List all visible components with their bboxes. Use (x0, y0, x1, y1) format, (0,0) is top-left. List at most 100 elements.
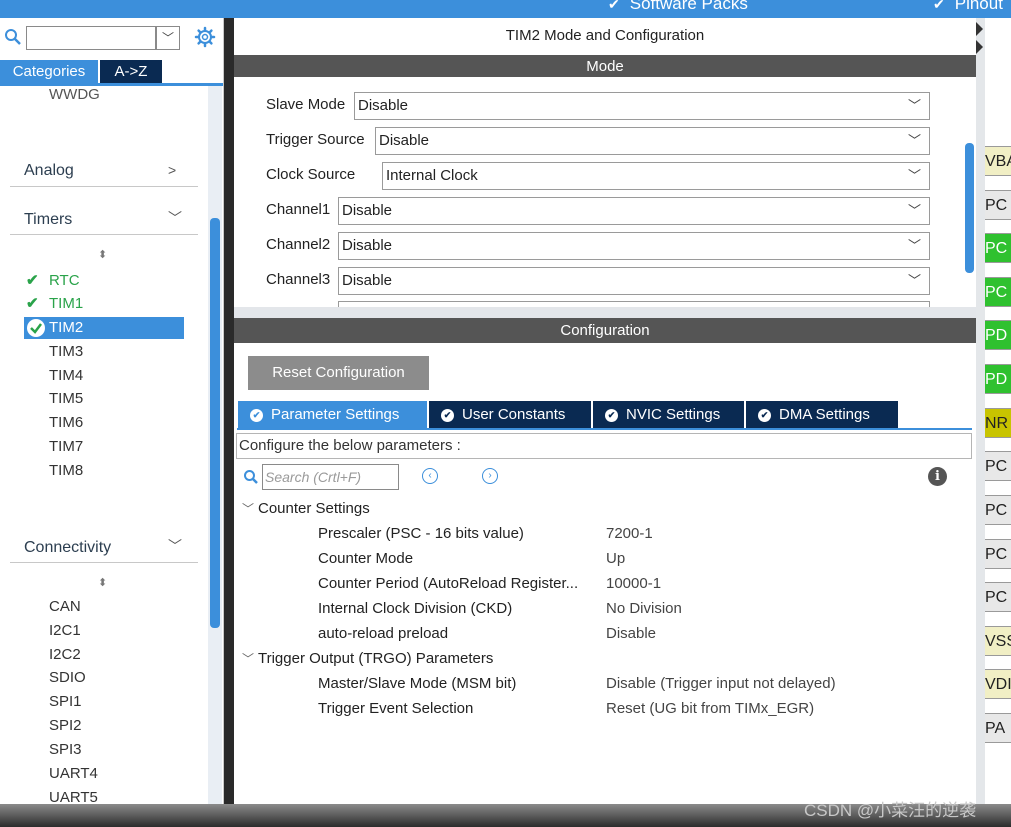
tab-user-constants[interactable]: ✔ User Constants (429, 401, 591, 428)
connectivity-item-i2c2[interactable]: I2C2 (49, 646, 81, 663)
timer-item-tim5[interactable]: TIM5 (49, 390, 83, 407)
timer-item-tim8[interactable]: TIM8 (49, 462, 83, 479)
timer-item-tim3[interactable]: TIM3 (49, 343, 83, 360)
param-name: Counter Period (AutoReload Register... (318, 575, 579, 592)
pin-pc3[interactable]: PC (985, 582, 1011, 612)
connectivity-item-i2c1[interactable]: I2C1 (49, 622, 81, 639)
tab-parameter-settings[interactable]: ✔ Parameter Settings (238, 401, 427, 428)
pin-pc14[interactable]: PC (985, 233, 1011, 263)
parameter-search-input[interactable]: Search (Crtl+F) (262, 464, 399, 490)
sort-icon[interactable]: ⬍ (98, 248, 107, 261)
param-value-prescaler[interactable]: 7200-1 (606, 525, 653, 542)
previous-match-button[interactable]: ‹ (422, 468, 438, 484)
param-name: Internal Clock Division (CKD) (318, 600, 513, 617)
mode-scrollbar[interactable] (965, 143, 974, 273)
check-circle-icon: ✔ (605, 409, 618, 422)
pin-pc1[interactable]: PC (985, 495, 1011, 525)
timer-item-tim6[interactable]: TIM6 (49, 414, 83, 431)
info-icon[interactable]: i (928, 467, 947, 486)
chevron-down-icon[interactable]: ﹀ (168, 208, 182, 228)
param-value-counter-mode[interactable]: Up (606, 550, 625, 567)
connectivity-item-spi3[interactable]: SPI3 (49, 741, 82, 758)
timer-item-tim7[interactable]: TIM7 (49, 438, 83, 455)
select-value: Internal Clock (386, 167, 478, 184)
mode-label: Clock Source (266, 166, 356, 183)
connectivity-item-can[interactable]: CAN (49, 598, 81, 615)
pin-pc13[interactable]: PC (985, 190, 1011, 220)
category-timers[interactable]: Timers (24, 211, 72, 229)
category-search-input[interactable] (26, 26, 156, 50)
sort-icon[interactable]: ⬍ (98, 576, 107, 589)
pin-pa0[interactable]: PA (985, 713, 1011, 743)
param-value-auto-reload[interactable]: Disable (606, 625, 656, 642)
timer-item-tim1[interactable]: TIM1 (49, 295, 83, 312)
expand-arrow-icon[interactable] (976, 22, 983, 36)
param-name: Counter Mode (318, 550, 414, 567)
pinout-menu[interactable]: ✔ Pinout (933, 0, 1003, 14)
pin-vssa[interactable]: VSS (985, 626, 1011, 656)
category-scrollbar[interactable] (210, 218, 220, 628)
connectivity-item-spi1[interactable]: SPI1 (49, 693, 82, 710)
chevron-right-icon[interactable]: > (168, 162, 176, 178)
check-circle-icon (27, 319, 45, 337)
mode-label: Trigger Source (266, 131, 365, 148)
param-value-msm[interactable]: Disable (Trigger input not delayed) (606, 675, 836, 692)
list-item-wwdg[interactable]: WWDG (49, 86, 100, 103)
param-name: Prescaler (PSC - 16 bits value) (318, 525, 524, 542)
configuration-header: Configuration (234, 318, 976, 343)
param-value-counter-period[interactable]: 10000-1 (606, 575, 661, 592)
channel3-select[interactable]: Disable ﹀ (338, 267, 930, 295)
pin-pc2[interactable]: PC (985, 539, 1011, 569)
clock-source-select[interactable]: Internal Clock ﹀ (382, 162, 930, 190)
pinout-strip (976, 18, 985, 804)
select-value: Disable (379, 132, 430, 149)
channel2-select[interactable]: Disable ﹀ (338, 232, 930, 260)
slave-mode-select[interactable]: Disable ﹀ (354, 92, 930, 120)
check-circle-icon: ✔ (758, 409, 771, 422)
reset-configuration-button[interactable]: Reset Configuration (248, 356, 429, 390)
gear-icon[interactable] (194, 26, 216, 48)
category-connectivity[interactable]: Connectivity (24, 539, 111, 557)
connectivity-item-spi2[interactable]: SPI2 (49, 717, 82, 734)
tab-dma-settings[interactable]: ✔ DMA Settings (746, 401, 898, 428)
pin-vdda[interactable]: VDI (985, 669, 1011, 699)
pin-pd0[interactable]: PD (985, 320, 1011, 350)
configure-description: Configure the below parameters : (236, 433, 972, 459)
pin-nrst[interactable]: NR (985, 408, 1011, 438)
next-match-button[interactable]: › (482, 468, 498, 484)
tab-nvic-settings[interactable]: ✔ NVIC Settings (593, 401, 744, 428)
check-icon: ✔ (26, 295, 39, 312)
connectivity-item-uart4[interactable]: UART4 (49, 765, 98, 782)
pin-pc15[interactable]: PC (985, 277, 1011, 307)
expand-arrow-icon[interactable] (976, 40, 983, 54)
pin-vbat[interactable]: VBA (985, 146, 1011, 176)
timer-item-tim2-selected[interactable]: TIM2 (24, 317, 184, 339)
panel-splitter[interactable] (234, 307, 976, 318)
timer-item-tim4[interactable]: TIM4 (49, 367, 83, 384)
pin-pc0[interactable]: PC (985, 451, 1011, 481)
mode-configuration-panel: TIM2 Mode and Configuration Mode Slave M… (234, 18, 976, 804)
param-value-trigger-event[interactable]: Reset (UG bit from TIMx_EGR) (606, 700, 814, 717)
chevron-down-icon: ﹀ (907, 238, 921, 253)
chevron-down-icon: ﹀ (907, 133, 921, 148)
search-dropdown-button[interactable]: ﹀ (156, 26, 180, 50)
group-trigger-output[interactable]: ﹀ Trigger Output (TRGO) Parameters (242, 650, 493, 667)
channel1-select[interactable]: Disable ﹀ (338, 197, 930, 225)
group-counter-settings[interactable]: ﹀ Counter Settings (242, 500, 370, 517)
tab-label: User Constants (462, 406, 566, 423)
pin-pd1[interactable]: PD (985, 364, 1011, 394)
mode-header: Mode (234, 55, 976, 78)
watermark: CSDN @小菜汪的逆袭 (804, 801, 977, 820)
connectivity-item-uart5[interactable]: UART5 (49, 789, 98, 804)
tab-categories[interactable]: Categories (0, 60, 98, 83)
trigger-source-select[interactable]: Disable ﹀ (375, 127, 930, 155)
software-packs-menu[interactable]: ✔ Software Packs (608, 0, 748, 14)
category-analog[interactable]: Analog (24, 162, 74, 180)
param-name: auto-reload preload (318, 625, 449, 642)
connectivity-item-sdio[interactable]: SDIO (49, 669, 86, 686)
tab-a-to-z[interactable]: A->Z (100, 60, 162, 83)
timer-item-rtc[interactable]: RTC (49, 272, 80, 289)
select-value: Disable (342, 202, 393, 219)
chevron-down-icon[interactable]: ﹀ (168, 536, 182, 556)
param-value-clock-division[interactable]: No Division (606, 600, 682, 617)
